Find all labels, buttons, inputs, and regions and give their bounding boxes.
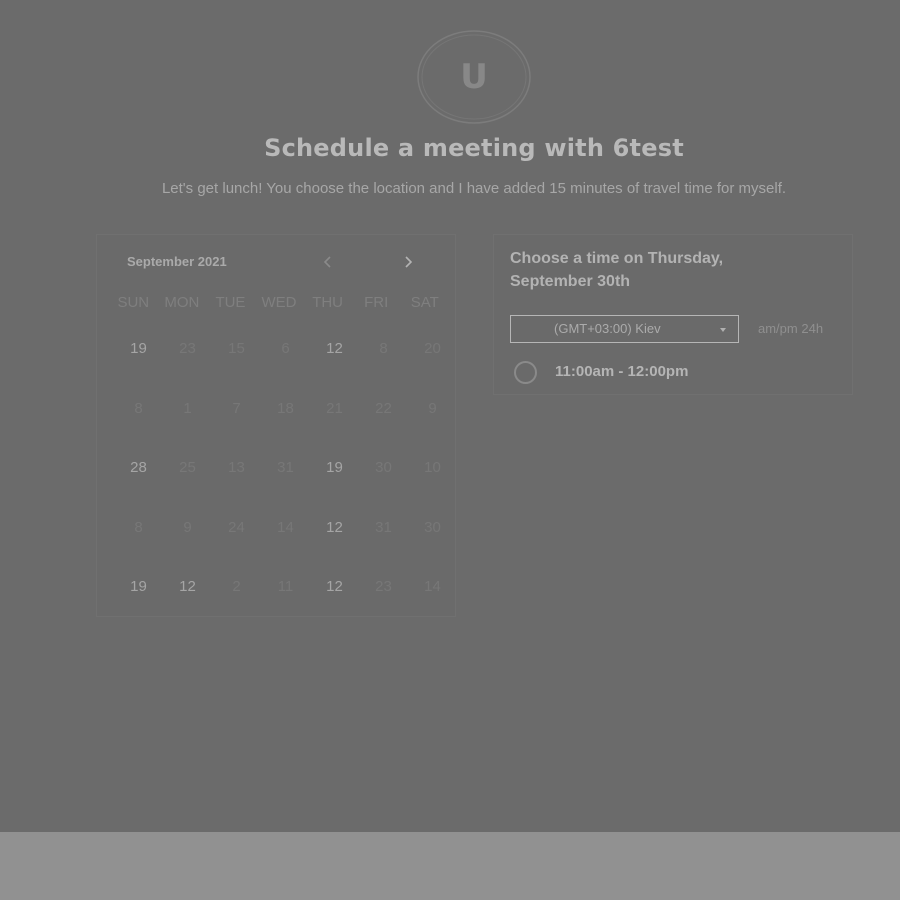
avatar: U — [417, 30, 531, 124]
timezone-value: (GMT+03:00) Kiev — [554, 321, 661, 336]
weekday-wed: WED — [261, 294, 297, 311]
calendar-day: 31 — [277, 459, 294, 476]
calendar-day: 13 — [228, 459, 245, 476]
calendar-day: 22 — [375, 399, 392, 417]
format-ampm-option[interactable]: am/pm — [758, 321, 798, 336]
page-title: Schedule a meeting with 6test — [264, 134, 684, 162]
calendar-day[interactable]: 12 — [163, 574, 212, 634]
calendar-day: 2 — [232, 578, 241, 595]
calendar-day[interactable]: 12 — [310, 574, 359, 634]
calendar-day: 1 — [183, 399, 192, 417]
calendar-day: 15 — [228, 340, 245, 357]
time-slot-option[interactable]: 11:00am - 12:00pm — [514, 361, 824, 387]
calendar-day: 25 — [179, 459, 196, 476]
calendar-day[interactable]: 19 — [310, 455, 359, 515]
calendar-week: 28 25 13 31 19 30 10 — [114, 455, 457, 515]
weekday-sat: SAT — [410, 294, 439, 311]
page-description: Let's get lunch! You choose the location… — [161, 180, 787, 197]
calendar-week: 8 1 7 18 21 22 9 — [114, 396, 457, 456]
calendar-day: 8 — [134, 399, 143, 417]
month-label: September 2021 — [127, 254, 227, 269]
chevron-left-icon[interactable] — [321, 255, 335, 269]
calendar-day[interactable]: 28 — [114, 455, 163, 515]
avatar-letter: U — [460, 57, 488, 97]
calendar-day: 23 — [375, 578, 392, 595]
calendar-day: 9 — [183, 518, 192, 536]
weekday-thu: THU — [312, 294, 344, 311]
calendar-week: 8 9 24 14 12 31 30 — [114, 515, 457, 575]
calendar-day: 10 — [424, 459, 441, 476]
weekday-tue: TUE — [215, 294, 246, 311]
calendar-day: 18 — [277, 399, 294, 417]
calendar-day: 14 — [424, 578, 441, 595]
weekday-sun: SUN — [117, 294, 150, 311]
time-slot-panel: Choose a time on Thursday, September 30t… — [493, 234, 853, 395]
selected-date-heading: Choose a time on Thursday, September 30t… — [510, 250, 724, 290]
calendar-week: 19 12 2 11 12 23 14 — [114, 574, 457, 634]
calendar-day: 30 — [424, 518, 441, 536]
calendar: September 2021 SUN MON TUE WED THU FRI S… — [96, 234, 456, 617]
chevron-right-icon[interactable] — [401, 255, 415, 269]
calendar-day: 21 — [326, 399, 343, 417]
calendar-day[interactable]: 19 — [114, 336, 163, 396]
calendar-week: 19 23 15 6 12 8 20 — [114, 336, 457, 396]
calendar-day: 6 — [281, 340, 290, 357]
calendar-day: 31 — [375, 518, 392, 536]
calendar-day[interactable]: 19 — [114, 574, 163, 634]
calendar-day: 8 — [134, 518, 143, 536]
calendar-day: 8 — [379, 340, 388, 357]
caret-down-icon — [720, 328, 726, 332]
calendar-grid: 19 23 15 6 12 8 20 8 1 7 18 21 22 9 28 2… — [114, 336, 457, 634]
timezone-select[interactable]: (GMT+03:00) Kiev — [510, 315, 739, 343]
calendar-day: 7 — [232, 399, 241, 417]
calendar-day: 20 — [424, 340, 441, 357]
calendar-day: 14 — [277, 518, 294, 536]
calendar-day[interactable]: 12 — [310, 515, 359, 575]
weekday-fri: FRI — [364, 294, 389, 311]
weekday-header: SUN MON TUE WED THU FRI SAT — [109, 294, 449, 311]
time-format-toggle: am/pm 24h — [758, 321, 823, 336]
format-24h-option[interactable]: 24h — [801, 321, 823, 336]
scheduling-page: U Schedule a meeting with 6test Let's ge… — [0, 0, 900, 832]
calendar-day: 11 — [277, 578, 294, 595]
calendar-day: 24 — [228, 518, 245, 536]
calendar-day: 23 — [179, 340, 196, 357]
calendar-day: 30 — [375, 459, 392, 476]
calendar-day[interactable]: 12 — [310, 336, 359, 396]
weekday-mon: MON — [164, 294, 200, 311]
radio-icon[interactable] — [514, 361, 537, 384]
time-slot-label: 11:00am - 12:00pm — [555, 363, 689, 380]
calendar-day: 9 — [428, 399, 437, 417]
